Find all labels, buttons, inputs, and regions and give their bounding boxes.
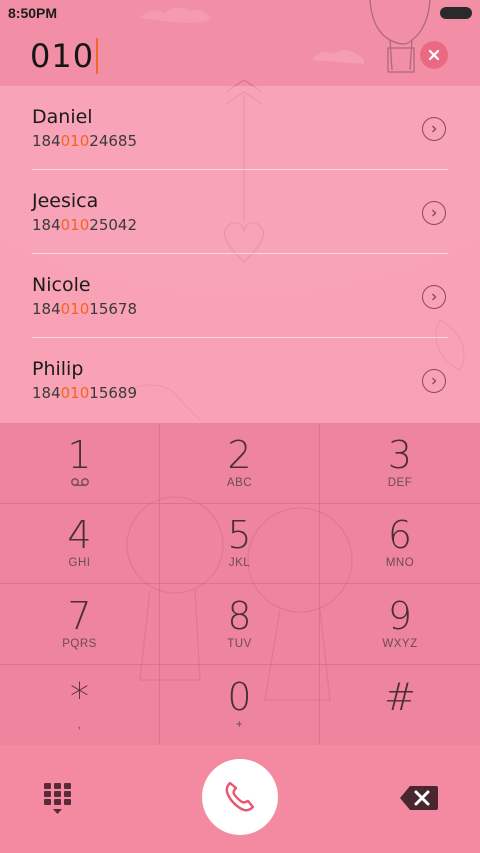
contact-name: Nicole [32,274,91,296]
number-match-highlight: 010 [60,132,90,150]
key-letters: , [77,718,82,731]
number-match-highlight: 010 [60,216,90,234]
backspace-button[interactable] [398,783,440,813]
chevron-right-icon [432,209,437,217]
phone-icon [225,781,255,812]
bottom-action-bar [0,745,480,853]
contact-number: 18401024685 [32,132,137,150]
voicemail-icon [70,477,90,491]
key-digit: 0 [227,674,252,719]
contact-row-jeesica[interactable]: Jeesica 18401025042 [32,170,448,254]
dialed-number: 010 [30,37,95,75]
key-letters: TUV [227,637,252,650]
contact-detail-button[interactable] [422,369,446,393]
key-letters: WXYZ [382,637,418,650]
key-digit: 7 [67,593,92,638]
dial-keypad: 1 2 ABC 3 DEF 4 GHI 5 JKL 6 MNO 7 PQRS 8… [0,423,480,745]
contact-name: Jeesica [32,190,99,212]
chevron-right-icon [432,293,437,301]
key-letters: ABC [226,476,253,489]
key-star[interactable]: * , [0,664,160,745]
dialpad-icon [44,783,71,814]
contact-detail-button[interactable] [422,117,446,141]
key-digit: 3 [387,432,413,477]
key-digit: 6 [387,513,413,558]
key-9[interactable]: 9 WXYZ [320,584,480,665]
battery-icon [440,7,472,19]
status-time: 8:50PM [8,5,58,21]
number-match-highlight: 010 [60,384,90,402]
key-digit: 8 [227,593,252,638]
contact-row-philip[interactable]: Philip 18401015689 [32,338,448,422]
key-digit: 2 [227,432,252,477]
key-5[interactable]: 5 JKL [160,503,320,584]
key-digit: 4 [67,513,92,558]
contact-row-nicole[interactable]: Nicole 18401015678 [32,254,448,338]
chevron-right-icon [432,125,437,133]
keypad-toggle-button[interactable] [42,781,76,817]
contact-number: 18401015689 [32,384,137,402]
contact-number: 18401015678 [32,300,137,318]
key-digit: * [70,674,89,719]
contact-row-daniel[interactable]: Daniel 18401024685 [32,86,448,170]
key-letters: GHI [68,557,91,570]
key-7[interactable]: 7 PQRS [0,584,160,665]
key-digit: 1 [67,432,92,477]
contact-suggestions-list: Daniel 18401024685 Jeesica 18401025042 N… [0,86,480,423]
dial-input-field[interactable]: 010 [0,26,480,86]
key-1[interactable]: 1 [0,423,160,504]
close-icon [428,49,440,61]
number-match-highlight: 010 [60,300,90,318]
key-0[interactable]: 0 + [160,664,320,745]
text-cursor [96,38,99,74]
key-3[interactable]: 3 DEF [320,423,480,504]
contact-name: Daniel [32,106,93,128]
key-hash[interactable]: # [320,665,480,746]
key-digit: # [384,674,416,719]
key-letters: JKL [228,557,251,570]
clear-input-button[interactable] [420,41,448,69]
key-letters: DEF [387,476,413,489]
key-letters: MNO [385,557,415,570]
call-button[interactable] [202,759,278,835]
key-letters: PQRS [62,637,97,650]
contact-detail-button[interactable] [422,201,446,225]
key-6[interactable]: 6 MNO [320,504,480,584]
chevron-right-icon [432,377,437,385]
contact-number: 18401025042 [32,216,137,234]
key-4[interactable]: 4 GHI [0,503,160,584]
status-bar: 8:50PM [0,0,480,26]
contact-detail-button[interactable] [422,285,446,309]
key-digit: 9 [387,593,413,638]
key-digit: 5 [227,513,252,558]
key-8[interactable]: 8 TUV [160,584,320,665]
backspace-icon [400,786,438,810]
key-2[interactable]: 2 ABC [160,423,320,504]
key-letters: + [235,718,244,731]
contact-name: Philip [32,358,84,380]
